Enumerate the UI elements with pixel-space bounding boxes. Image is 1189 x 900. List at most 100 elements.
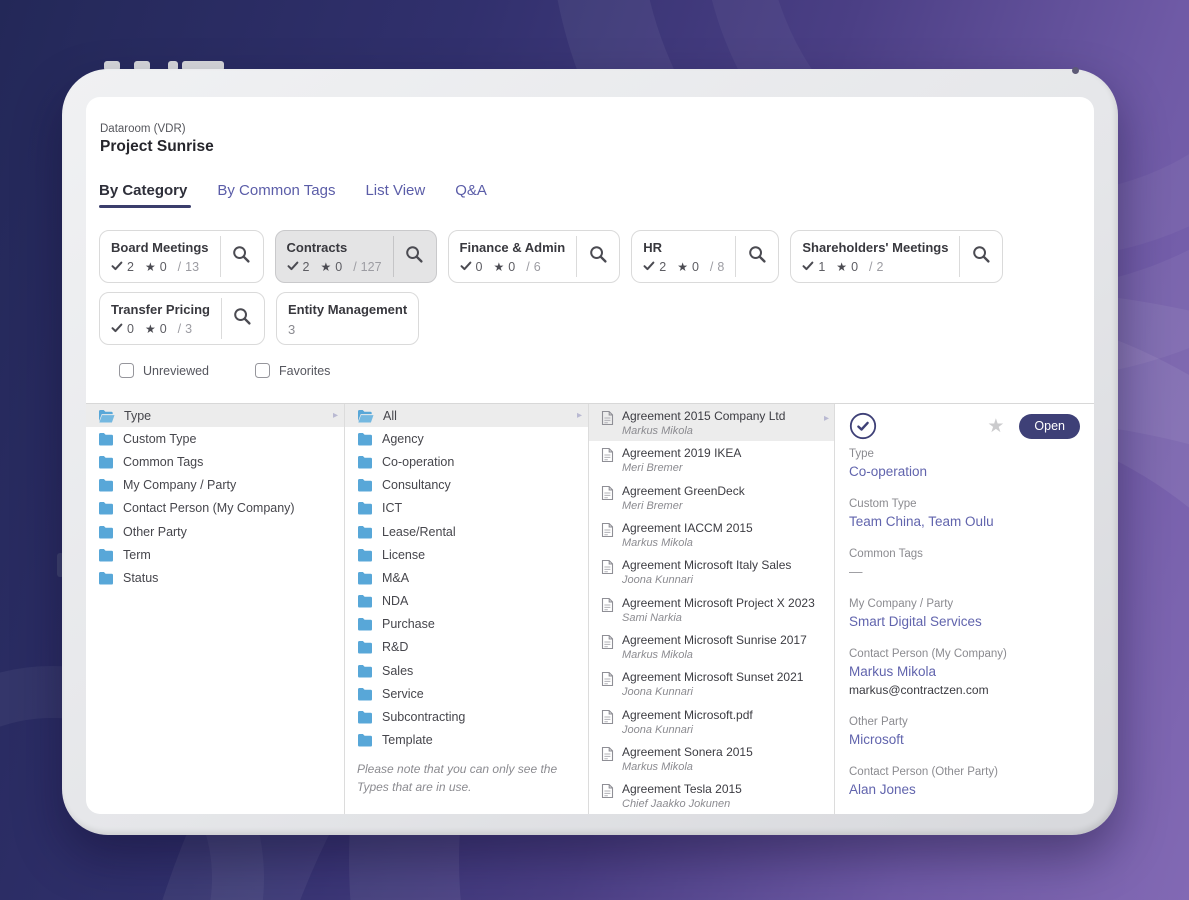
- document-text: Agreement Microsoft Sunset 2021 Joona Kun…: [622, 670, 803, 698]
- folder-icon: [98, 525, 114, 539]
- document-agreement-microsoft-pdf[interactable]: Agreement Microsoft.pdf Joona Kunnari: [589, 703, 834, 740]
- category-count: 3: [287, 321, 296, 337]
- facet-type[interactable]: Type ▸: [86, 404, 344, 428]
- facet-status[interactable]: Status: [86, 566, 344, 589]
- document-agreement-tesla-2015[interactable]: Agreement Tesla 2015 Chief Jaakko Jokunen: [589, 777, 834, 814]
- category-card-entity-management[interactable]: Entity Management 3: [275, 292, 420, 345]
- category-stats: 2 ★ 0/127: [287, 260, 382, 274]
- type-label: ICT: [382, 501, 403, 516]
- check-icon: [111, 322, 123, 336]
- tab-list-view[interactable]: List View: [365, 182, 425, 208]
- total-stat: /3: [178, 322, 192, 336]
- facet-term[interactable]: Term: [86, 543, 344, 566]
- reviewed-toggle-icon[interactable]: [849, 412, 877, 440]
- category-search-button[interactable]: [576, 236, 619, 277]
- category-name: HR: [643, 240, 663, 255]
- star-icon: ★: [836, 260, 848, 274]
- facet-contact-person-my-company[interactable]: Contact Person (My Company): [86, 497, 344, 520]
- category-search-button[interactable]: [735, 236, 778, 277]
- category-search-button[interactable]: [220, 298, 264, 339]
- type-m-a[interactable]: M&A: [345, 566, 588, 589]
- category-search-button[interactable]: [959, 236, 1002, 277]
- category-search-button[interactable]: [392, 236, 436, 277]
- category-card-main: Transfer Pricing 0 ★ 0/3: [100, 293, 221, 344]
- document-agreement-2019-ikea[interactable]: Agreement 2019 IKEA Meri Bremer: [589, 441, 834, 478]
- type-r-d[interactable]: R&D: [345, 636, 588, 659]
- type-nda[interactable]: NDA: [345, 590, 588, 613]
- category-card-transfer-pricing[interactable]: Transfer Pricing 0 ★ 0/3: [99, 292, 265, 345]
- facet-custom-type[interactable]: Custom Type: [86, 427, 344, 450]
- type-all[interactable]: All ▸: [345, 404, 588, 428]
- facet-my-company-party[interactable]: My Company / Party: [86, 474, 344, 497]
- document-icon: [601, 709, 614, 725]
- folder-icon: [357, 640, 373, 654]
- document-agreement-greendeck[interactable]: Agreement GreenDeck Meri Bremer: [589, 479, 834, 516]
- star-icon: ★: [144, 322, 156, 336]
- favorites-checkbox[interactable]: [255, 363, 271, 378]
- category-card-hr[interactable]: HR 2 ★ 0/8: [631, 230, 780, 283]
- type-consultancy[interactable]: Consultancy: [345, 474, 588, 497]
- document-agreement-microsoft-project-x-2023[interactable]: Agreement Microsoft Project X 2023 Sami N…: [589, 591, 834, 628]
- tab-by-category[interactable]: By Category: [99, 182, 192, 208]
- tab-by-common-tags[interactable]: By Common Tags: [217, 182, 335, 208]
- folder-icon: [357, 548, 373, 562]
- type-service[interactable]: Service: [345, 682, 588, 705]
- field-value-link[interactable]: Microsoft: [849, 732, 1080, 747]
- facet-other-party[interactable]: Other Party: [86, 520, 344, 543]
- document-agreement-sonera-2015[interactable]: Agreement Sonera 2015 Markus Mikola: [589, 740, 834, 777]
- document-agreement-microsoft-sunset-2021[interactable]: Agreement Microsoft Sunset 2021 Joona Kun…: [589, 665, 834, 702]
- document-text: Agreement 2015 Company Ltd Markus Mikola: [622, 409, 785, 437]
- document-agreement-microsoft-sunrise-2017[interactable]: Agreement Microsoft Sunrise 2017 Markus M…: [589, 628, 834, 665]
- type-license[interactable]: License: [345, 543, 588, 566]
- field-value-link[interactable]: Team China, Team Oulu: [849, 514, 1080, 529]
- document-agreement-iaccm-2015[interactable]: Agreement IACCM 2015 Markus Mikola: [589, 516, 834, 553]
- category-name: Transfer Pricing: [111, 302, 210, 317]
- document-icon: [601, 746, 614, 762]
- type-co-operation[interactable]: Co-operation: [345, 450, 588, 473]
- detail-field-my-company-party: My Company / Party Smart Digital Services: [849, 598, 1080, 629]
- category-card-shareholders-meetings[interactable]: Shareholders' Meetings 1 ★ 0/2: [790, 230, 1004, 283]
- folder-icon: [357, 478, 373, 492]
- page-title: Project Sunrise: [100, 138, 214, 155]
- field-value-link[interactable]: Smart Digital Services: [849, 614, 1080, 629]
- document-author: Meri Bremer: [622, 462, 683, 475]
- type-ict[interactable]: ICT: [345, 497, 588, 520]
- field-value-link[interactable]: Co-operation: [849, 464, 1080, 479]
- search-icon: [971, 244, 992, 270]
- tab-q-a[interactable]: Q&A: [455, 182, 487, 208]
- category-card-board-meetings[interactable]: Board Meetings 2 ★ 0/13: [99, 230, 264, 283]
- category-card-finance-admin[interactable]: Finance & Admin 0 ★ 0/6: [447, 230, 621, 283]
- document-text: Agreement 2019 IKEA Meri Bremer: [622, 446, 741, 474]
- document-icon: [601, 634, 614, 650]
- field-value-link[interactable]: Alan Jones: [849, 782, 1080, 797]
- type-subcontracting[interactable]: Subcontracting: [345, 705, 588, 728]
- field-value-link[interactable]: Markus Mikola: [849, 664, 1080, 679]
- marketing-background: Dataroom (VDR) Project Sunrise By Catego…: [0, 0, 1189, 900]
- facet-common-tags[interactable]: Common Tags: [86, 450, 344, 473]
- open-button[interactable]: Open: [1019, 413, 1080, 439]
- filter-favorites[interactable]: Favorites: [255, 363, 330, 378]
- document-title: Agreement Microsoft Italy Sales: [622, 558, 792, 573]
- type-template[interactable]: Template: [345, 729, 588, 752]
- unreviewed-checkbox[interactable]: [119, 363, 134, 378]
- total-stat: /127: [353, 260, 381, 274]
- category-card-contracts[interactable]: Contracts 2 ★ 0/127: [274, 230, 437, 283]
- category-stats: 0 ★ 0/6: [460, 260, 566, 274]
- document-agreement-microsoft-italy-sales[interactable]: Agreement Microsoft Italy Sales Joona Kun…: [589, 553, 834, 590]
- facet-label: Contact Person (My Company): [123, 501, 295, 516]
- type-lease-rental[interactable]: Lease/Rental: [345, 520, 588, 543]
- folder-open-icon: [357, 409, 374, 423]
- folder-icon: [98, 501, 114, 515]
- field-value-link: —: [849, 564, 863, 579]
- folder-icon: [98, 548, 114, 562]
- type-purchase[interactable]: Purchase: [345, 613, 588, 636]
- filter-unreviewed[interactable]: Unreviewed: [119, 363, 209, 378]
- document-agreement-2015-company-ltd[interactable]: Agreement 2015 Company Ltd Markus Mikola ▸: [589, 404, 834, 442]
- favorite-star-icon[interactable]: ★: [987, 417, 1004, 436]
- type-sales[interactable]: Sales: [345, 659, 588, 682]
- tablet-frame: Dataroom (VDR) Project Sunrise By Catego…: [62, 69, 1118, 835]
- favorites-stat: ★ 0: [320, 260, 342, 274]
- category-search-button[interactable]: [219, 236, 263, 277]
- type-agency[interactable]: Agency: [345, 427, 588, 450]
- detail-header: ★ Open: [849, 412, 1080, 440]
